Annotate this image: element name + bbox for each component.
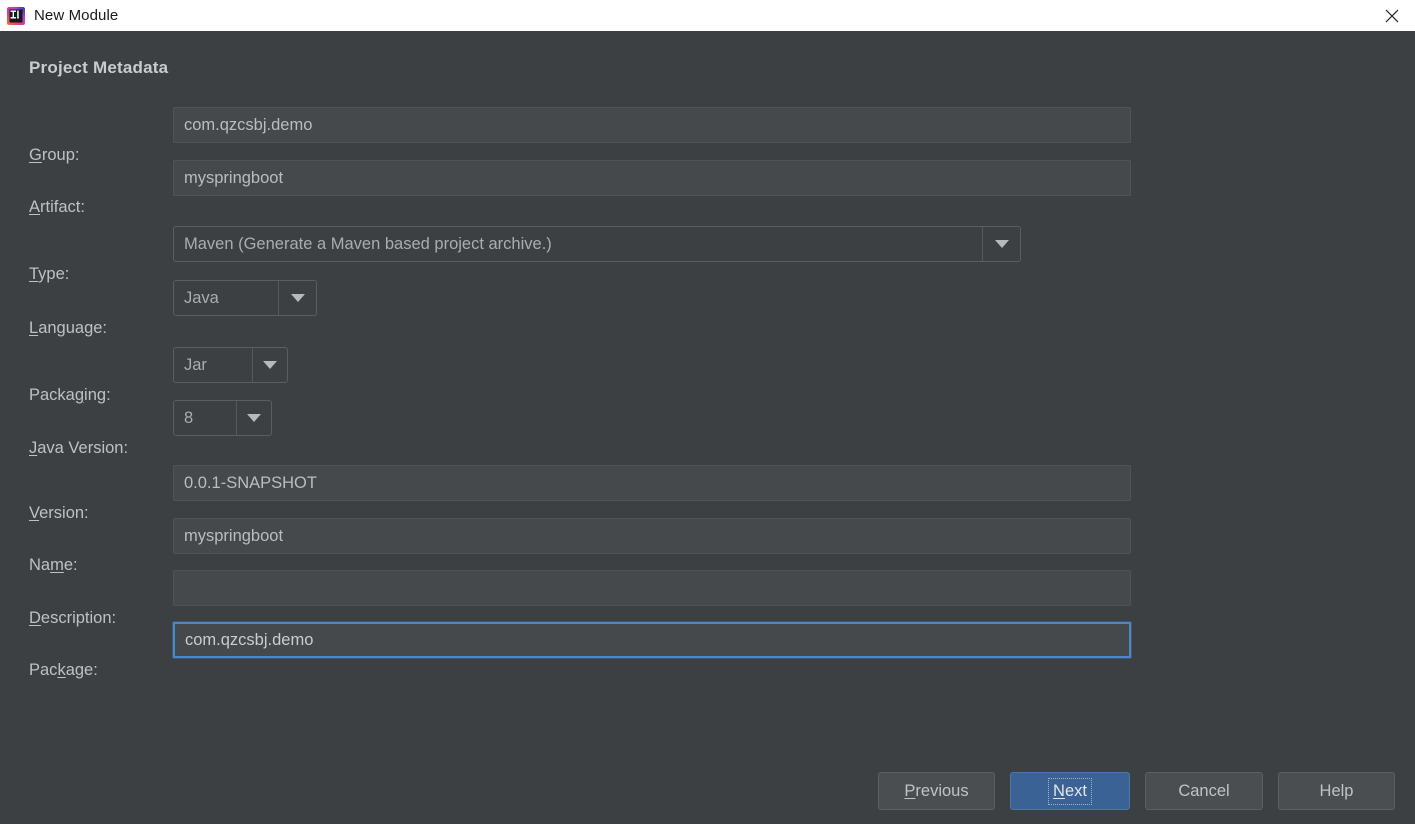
package-input[interactable] [173, 622, 1131, 658]
label-name: Name: [29, 556, 78, 574]
language-combobox-value: Java [184, 288, 219, 307]
label-packaging: Packaging: [29, 386, 111, 404]
previous-button[interactable]: Previous [878, 772, 995, 810]
description-input[interactable] [173, 570, 1131, 606]
name-input[interactable] [173, 518, 1131, 554]
label-version: Version: [29, 504, 89, 522]
chevron-down-icon[interactable] [236, 401, 271, 435]
label-type: Type: [29, 265, 70, 283]
packaging-combobox-value: Jar [184, 355, 207, 374]
java-version-combobox[interactable]: 8 [173, 400, 272, 436]
window-titlebar: New Module [0, 0, 1415, 32]
label-package: Package: [29, 661, 98, 679]
chevron-down-icon[interactable] [982, 227, 1020, 261]
label-group: Group: [29, 146, 80, 164]
packaging-combobox[interactable]: Jar [173, 347, 288, 383]
close-icon[interactable] [1369, 0, 1415, 31]
type-combobox-value: Maven (Generate a Maven based project ar… [184, 234, 552, 253]
language-combobox[interactable]: Java [173, 280, 317, 316]
artifact-input[interactable] [173, 160, 1131, 196]
cancel-button[interactable]: Cancel [1145, 772, 1263, 810]
version-input[interactable] [173, 465, 1131, 501]
window-title: New Module [34, 7, 119, 24]
chevron-down-icon[interactable] [278, 281, 316, 315]
new-module-dialog: Project Metadata Group: Artifact: Type: … [0, 31, 1415, 824]
label-java-version: Java Version: [29, 439, 129, 457]
label-description: Description: [29, 609, 117, 627]
intellij-idea-icon [7, 6, 25, 25]
section-title-project-metadata: Project Metadata [29, 58, 169, 77]
group-input[interactable] [173, 107, 1131, 143]
chevron-down-icon[interactable] [252, 348, 287, 382]
java-version-combobox-value: 8 [184, 408, 194, 427]
label-artifact: Artifact: [29, 198, 85, 216]
help-button[interactable]: Help [1278, 772, 1395, 810]
next-button[interactable]: Next [1010, 772, 1130, 810]
type-combobox[interactable]: Maven (Generate a Maven based project ar… [173, 226, 1021, 262]
label-language: Language: [29, 319, 108, 337]
